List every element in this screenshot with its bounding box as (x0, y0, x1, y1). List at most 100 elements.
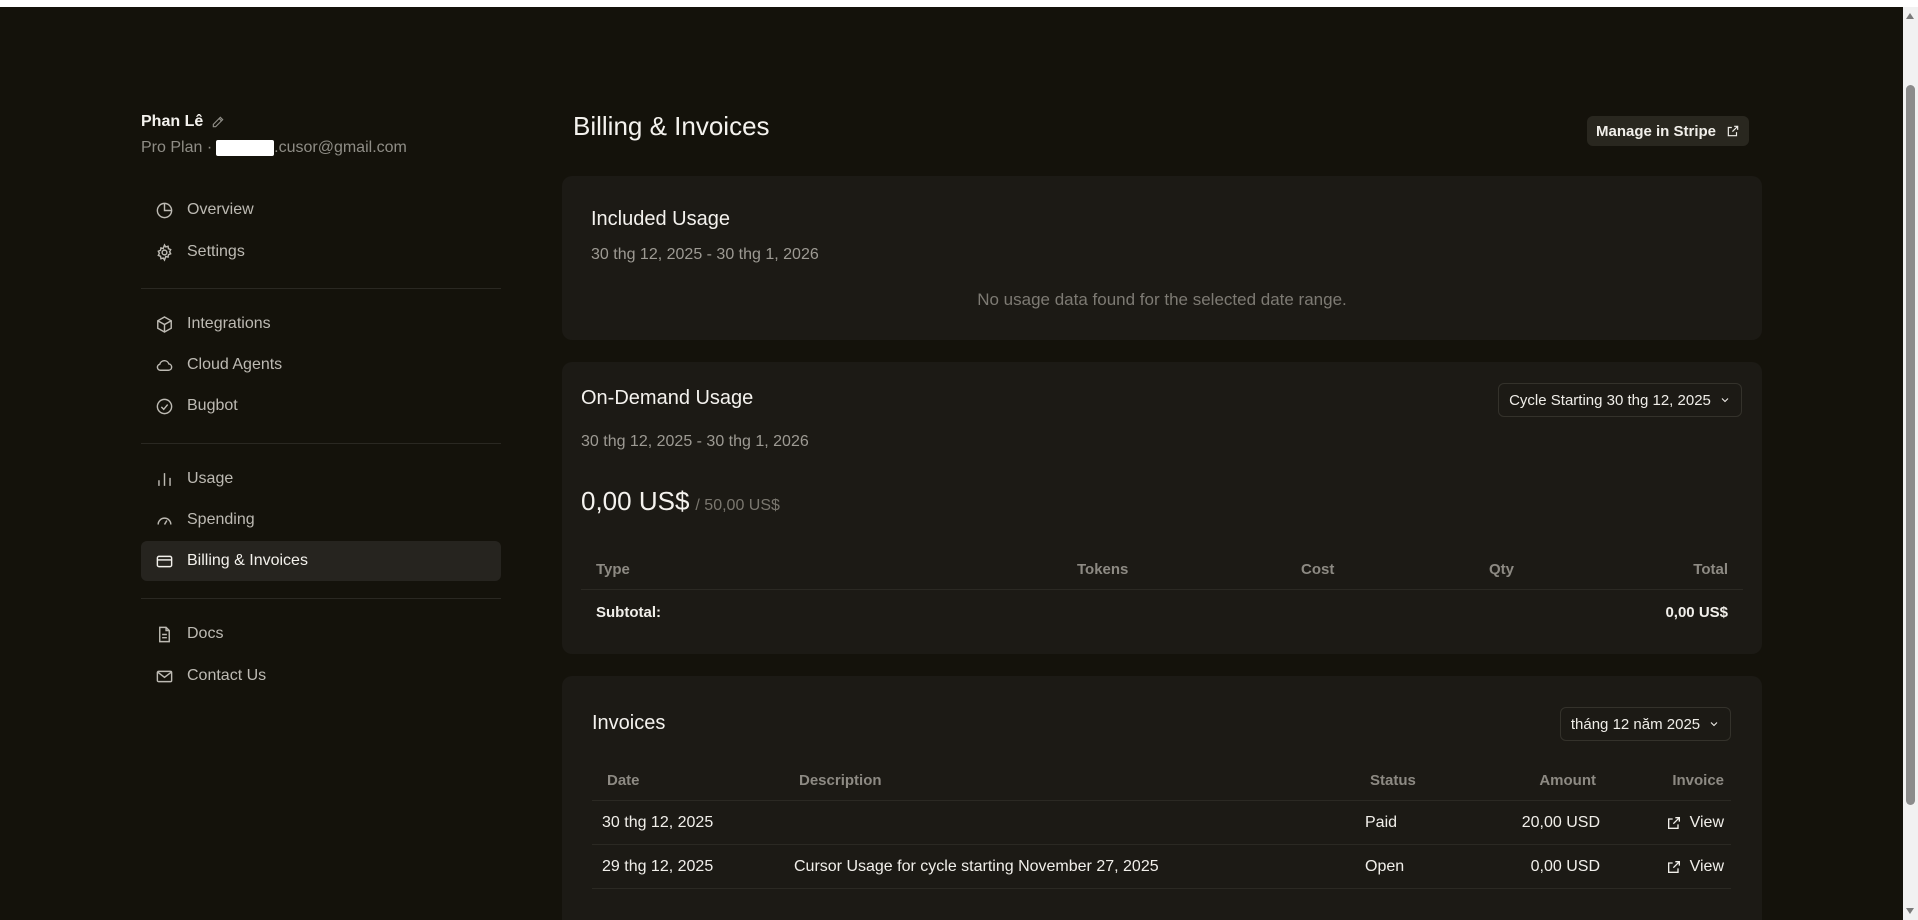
sidebar-item-usage[interactable]: Usage (141, 459, 501, 499)
column-header-status: Status (1370, 772, 1416, 789)
check-circle-icon (156, 398, 173, 414)
invoice-status: Paid (1365, 814, 1398, 831)
cloud-icon (156, 359, 173, 371)
table-divider (592, 844, 1731, 845)
scrollbar-thumb[interactable] (1906, 85, 1915, 805)
invoice-amount: 0,00 USD (1530, 858, 1600, 875)
sidebar-item-label: Docs (187, 625, 224, 642)
sidebar-item-label: Integrations (187, 315, 271, 332)
column-header-tokens: Tokens (1077, 561, 1129, 578)
sidebar-item-bugbot[interactable]: Bugbot (141, 386, 501, 426)
column-header-invoice: Invoice (1672, 772, 1724, 789)
gear-icon (157, 242, 172, 262)
stripe-button-label: Manage in Stripe (1595, 122, 1717, 140)
document-icon (159, 626, 170, 642)
included-usage-range: 30 thg 12, 2025 - 30 thg 1, 2026 (591, 246, 819, 263)
invoice-view-link[interactable]: View (1666, 814, 1724, 832)
column-header-qty: Qty (1489, 561, 1515, 578)
sidebar-item-cloud-agents[interactable]: Cloud Agents (141, 345, 501, 385)
plan-label: Pro Plan · (141, 139, 213, 156)
invoice-description: Cursor Usage for cycle starting November… (794, 858, 1159, 875)
view-link-label: View (1689, 858, 1724, 875)
on-demand-amount: 0,00 US$ / 50,00 US$ (581, 486, 780, 517)
invoice-amount: 20,00 USD (1521, 814, 1600, 831)
email-suffix: .cusor@gmail.com (274, 139, 407, 156)
table-divider (592, 800, 1731, 801)
column-header-date: Date (607, 772, 640, 789)
page-scrollbar[interactable] (1903, 7, 1918, 920)
chevron-down-icon (1710, 722, 1718, 727)
column-header-description: Description (799, 772, 882, 789)
external-link-icon (1667, 861, 1680, 873)
pie-chart-icon (156, 202, 173, 218)
invoice-month-select[interactable]: tháng 12 năm 2025 (1560, 707, 1731, 741)
view-link-label: View (1689, 814, 1724, 831)
table-divider (592, 888, 1731, 889)
profile-name-row: Phan Lê (141, 112, 501, 132)
sidebar-nav-group-4: Docs Contact Us (141, 614, 501, 696)
column-header-type: Type (596, 561, 630, 578)
sidebar-nav-group-2: Integrations Cloud Agents Bugbot (141, 304, 501, 426)
gauge-icon (157, 516, 172, 525)
sidebar-item-spending[interactable]: Spending (141, 500, 501, 540)
divider (141, 443, 501, 444)
sidebar-item-label: Settings (187, 243, 245, 260)
redacted-email-part (216, 140, 275, 156)
cycle-select[interactable]: Cycle Starting 30 thg 12, 2025 (1498, 383, 1742, 417)
sidebar-item-label: Spending (187, 511, 255, 528)
chevron-down-icon (1721, 398, 1729, 403)
page-title: Billing & Invoices (573, 111, 770, 141)
divider (141, 598, 501, 599)
on-demand-range: 30 thg 12, 2025 - 30 thg 1, 2026 (581, 433, 809, 450)
sidebar-item-label: Contact Us (187, 667, 267, 684)
subtotal-label: Subtotal: (596, 604, 661, 621)
invoices-card: Invoices tháng 12 năm 2025 Date Descript… (562, 676, 1762, 920)
column-header-total: Total (1693, 561, 1728, 578)
column-header-cost: Cost (1301, 561, 1335, 578)
edit-icon[interactable] (211, 115, 225, 129)
scroll-up-arrow-icon[interactable] (1906, 13, 1914, 19)
included-usage-card: Included Usage 30 thg 12, 2025 - 30 thg … (562, 176, 1762, 340)
sidebar-nav-group-1: Overview Settings (141, 190, 501, 272)
sidebar-item-integrations[interactable]: Integrations (141, 304, 501, 344)
invoice-date: 29 thg 12, 2025 (602, 858, 714, 875)
column-header-amount: Amount (1539, 772, 1596, 789)
external-link-icon (1667, 817, 1680, 829)
credit-card-icon (156, 555, 173, 567)
sidebar-nav-group-3: Usage Spending Billing & Invoices (141, 459, 501, 581)
sidebar-item-label: Billing & Invoices (187, 552, 308, 569)
profile-plan-row: Pro Plan · .cusor@gmail.com (141, 138, 501, 158)
sidebar-item-docs[interactable]: Docs (141, 614, 501, 654)
scroll-down-arrow-icon[interactable] (1906, 908, 1914, 914)
browser-top-edge (0, 0, 1918, 7)
sidebar-item-overview[interactable]: Overview (141, 190, 501, 230)
manage-in-stripe-button[interactable]: Manage in Stripe (1587, 116, 1749, 146)
table-divider (581, 589, 1743, 590)
profile-name: Phan Lê (141, 113, 204, 130)
invoice-date: 30 thg 12, 2025 (602, 814, 714, 831)
on-demand-title: On-Demand Usage (581, 387, 754, 409)
spend-limit: / 50,00 US$ (695, 497, 780, 514)
sidebar-item-label: Cloud Agents (187, 356, 283, 373)
sidebar-item-label: Bugbot (187, 397, 238, 414)
included-usage-title: Included Usage (591, 208, 730, 230)
empty-usage-message: No usage data found for the selected dat… (977, 290, 1347, 309)
external-link-icon (1727, 125, 1739, 137)
sidebar: Phan Lê Pro Plan · .cusor@gmail.com (141, 112, 501, 158)
mail-icon (156, 670, 173, 682)
cube-icon (157, 315, 172, 333)
cycle-select-value: Cycle Starting 30 thg 12, 2025 (1509, 391, 1711, 409)
invoices-title: Invoices (592, 712, 666, 734)
sidebar-item-label: Usage (187, 470, 234, 487)
sidebar-item-settings[interactable]: Settings (141, 232, 501, 272)
invoice-view-link[interactable]: View (1666, 858, 1724, 876)
divider (141, 288, 501, 289)
bar-chart-icon (158, 472, 171, 486)
spent-amount: 0,00 US$ (581, 486, 690, 516)
sidebar-item-label: Overview (187, 201, 254, 218)
on-demand-usage-card: On-Demand Usage Cycle Starting 30 thg 12… (562, 362, 1762, 654)
sidebar-item-billing-invoices[interactable]: Billing & Invoices (141, 541, 501, 581)
invoice-month-value: tháng 12 năm 2025 (1570, 715, 1701, 733)
subtotal-value: 0,00 US$ (1665, 604, 1728, 621)
sidebar-item-contact-us[interactable]: Contact Us (141, 656, 501, 696)
